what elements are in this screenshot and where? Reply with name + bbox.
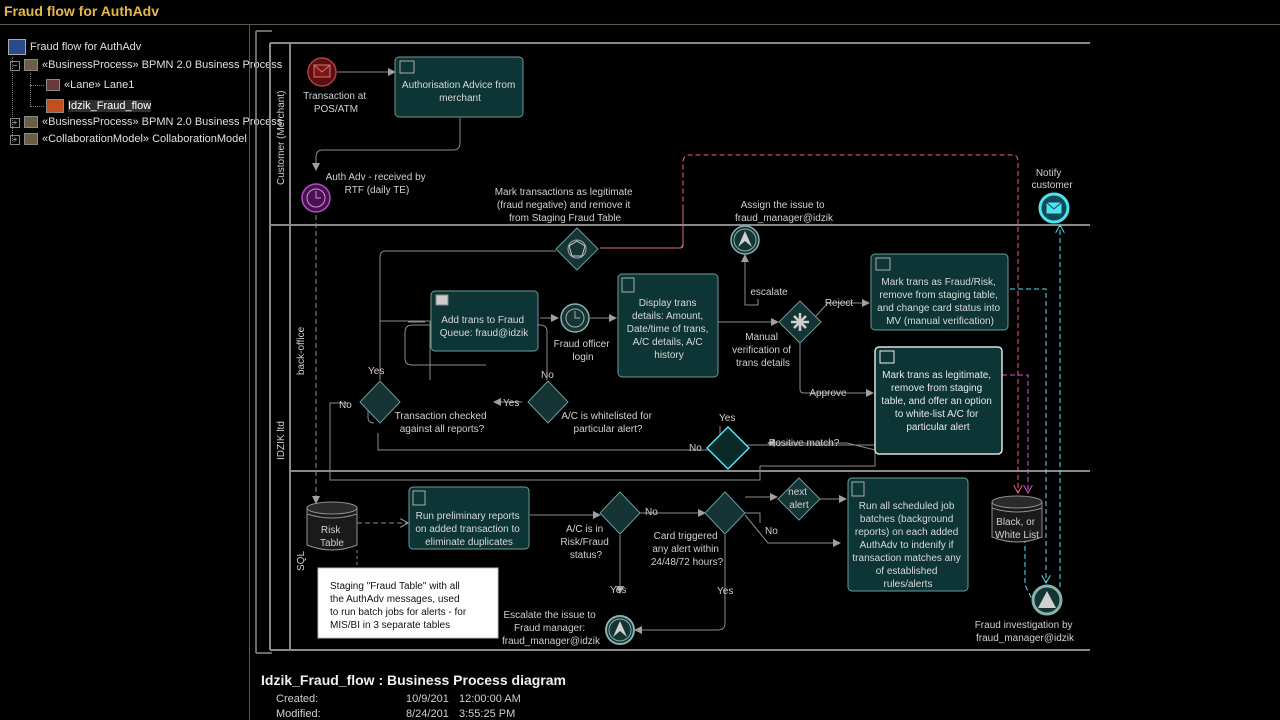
gateway-card-triggered[interactable] — [704, 491, 746, 535]
gateway-manual-verification[interactable]: Manual verification of trans details — [732, 300, 822, 369]
tree-item-business-process-1[interactable]: − «BusinessProcess» BPMN 2.0 Business Pr… — [10, 57, 282, 73]
pool-name: IDZIK ltd — [276, 421, 287, 460]
start-event-label: Transaction at POS/ATM — [303, 91, 369, 115]
label-yes-2: Yes — [503, 398, 519, 409]
tree-item-business-process-2[interactable]: + «BusinessProcess» BPMN 2.0 Business Pr… — [10, 114, 282, 130]
gateway-risk-status-label: A/C is in Risk/Fraud status? — [560, 524, 611, 561]
svg-text:Notify customer: Notify customer — [1031, 168, 1073, 191]
modified-label: Modified: — [276, 708, 321, 720]
gateway-positive-match[interactable] — [705, 425, 751, 471]
lane-sql-name: SQL — [296, 551, 307, 571]
start-event-transaction[interactable]: Transaction at POS/ATM — [303, 57, 369, 115]
expand-icon[interactable]: + — [10, 135, 20, 145]
task-run-scheduled-batches[interactable]: Run all scheduled job batches (backgroun… — [847, 477, 969, 592]
modified-date: 8/24/201 — [406, 708, 449, 720]
lane-icon — [46, 79, 60, 92]
package-icon — [24, 133, 38, 146]
message-flow-magenta — [1002, 374, 1028, 493]
task-authorisation-advice[interactable]: Authorisation Advice from merchant — [394, 56, 524, 118]
end-event-notify-customer[interactable]: Notify customer — [1031, 168, 1073, 224]
tree-item-fraud-flow[interactable]: Idzik_Fraud_flow — [46, 98, 152, 114]
lane-backoffice-name: back-office — [296, 326, 307, 375]
bpmn-diagram-canvas[interactable]: IDZIK ltd Customer (Merchant) back-offic… — [250, 25, 1280, 670]
label-yes-3: Yes — [719, 413, 735, 424]
svg-text:Auth Adv - received by R: Auth Adv - received by RTF (daily TE) — [326, 172, 429, 196]
task-preliminary-reports[interactable]: Run preliminary reports on added transac… — [408, 486, 530, 550]
collapse-icon[interactable]: − — [10, 61, 20, 71]
svg-text:Fraud officer login: Fraud officer login — [554, 339, 613, 363]
datastore-risk-table[interactable]: Risk Table — [306, 501, 358, 551]
modified-time: 3:55:25 PM — [459, 708, 516, 720]
created-date: 10/9/201 — [406, 693, 449, 705]
end-event-fraud-investigation[interactable]: Fraud investigation by fraud_manager@idz… — [975, 584, 1076, 644]
task-add-to-fraud-queue[interactable]: Add trans to Fraud Queue: fraud@idzik — [430, 290, 539, 352]
svg-text:Assign the issue to frau: Assign the issue to fraud_manager@idzik — [735, 200, 834, 224]
label-no-2: No — [541, 370, 554, 381]
label-no-4: No — [645, 507, 658, 518]
approve-label: Approve — [809, 388, 847, 399]
datastore-black-white-list[interactable]: Black, or White List — [991, 495, 1043, 543]
escalate-label: escalate — [750, 287, 788, 298]
svg-text:Fraud investigation by f: Fraud investigation by fraud_manager@idz… — [975, 620, 1076, 644]
expand-icon[interactable]: + — [10, 118, 20, 128]
label-no-5: No — [765, 526, 778, 537]
tree-item-collaboration[interactable]: + «CollaborationModel» CollaborationMode… — [10, 131, 247, 147]
label-no-3: No — [689, 443, 702, 454]
label-yes-5: Yes — [717, 586, 733, 597]
escalation-event-fraud-manager[interactable]: Escalate the issue to Fraud manager: fra… — [502, 610, 635, 647]
gateway-mark-legitimate[interactable] — [555, 227, 599, 271]
lane-customer-name: Customer (Merchant) — [276, 91, 287, 185]
svg-text:Escalate the issue to Fr: Escalate the issue to Fraud manager: fra… — [502, 610, 601, 647]
gateway-transaction-checked-label: Transaction checked against all reports? — [395, 411, 490, 435]
gateway-next-alert[interactable]: next alert — [777, 477, 821, 521]
annotation-staging-fraud-table[interactable]: Staging "Fraud Table" with all the AuthA… — [317, 550, 499, 639]
diagram-properties: Idzik_Fraud_flow : Business Process diag… — [261, 672, 1261, 688]
reject-label: Reject — [825, 298, 854, 309]
gateway-whitelisted-label: A/C is whitelisted for particular alert? — [561, 411, 654, 435]
task-mark-fraud[interactable]: Mark trans as Fraud/Risk, remove from st… — [870, 253, 1009, 331]
mark-legit-gateway-label: Mark transactions as legitimate (fraud n… — [495, 187, 636, 224]
timer-event-officer-login[interactable]: Fraud officer login — [554, 303, 613, 363]
package-icon — [24, 116, 38, 129]
diagram-icon — [8, 39, 26, 56]
tree-item-diagram-root[interactable]: Fraud flow for AuthAdv — [8, 39, 141, 56]
label-yes-1: Yes — [368, 366, 384, 377]
label-no-1: No — [339, 400, 352, 411]
svg-text:Manual verification of: Manual verification of trans details — [732, 332, 794, 369]
label-yes-4: Yes — [610, 585, 626, 596]
tree-item-lane[interactable]: «Lane» Lane1 — [46, 77, 134, 93]
window-title-bar: Fraud flow for AuthAdv — [0, 0, 1280, 25]
positive-match-label: Positive match? — [769, 438, 840, 449]
created-time: 12:00:00 AM — [459, 693, 521, 705]
svg-text:Run preliminary reports: Run preliminary reports on added transac… — [415, 511, 522, 548]
task-mark-legitimate[interactable]: Mark trans as legitimate, remove from st… — [874, 346, 1003, 455]
gateway-card-triggered-label: Card triggered any alert within 24/48/72… — [651, 531, 724, 568]
task-display-trans-details[interactable]: Display trans details: Amount, Date/time… — [617, 273, 719, 378]
process-diagram-icon — [46, 99, 64, 114]
diagram-title: Idzik_Fraud_flow : Business Process diag… — [261, 672, 566, 688]
created-label: Created: — [276, 693, 319, 705]
escalation-event-assign[interactable]: Assign the issue to fraud_manager@idzik — [730, 200, 834, 255]
window-title: Fraud flow for AuthAdv — [4, 3, 160, 19]
timer-event-auth-received[interactable]: Auth Adv - received by RTF (daily TE) — [301, 172, 429, 213]
package-icon — [24, 59, 38, 72]
project-browser-tree: Fraud flow for AuthAdv − «BusinessProces… — [0, 25, 282, 720]
